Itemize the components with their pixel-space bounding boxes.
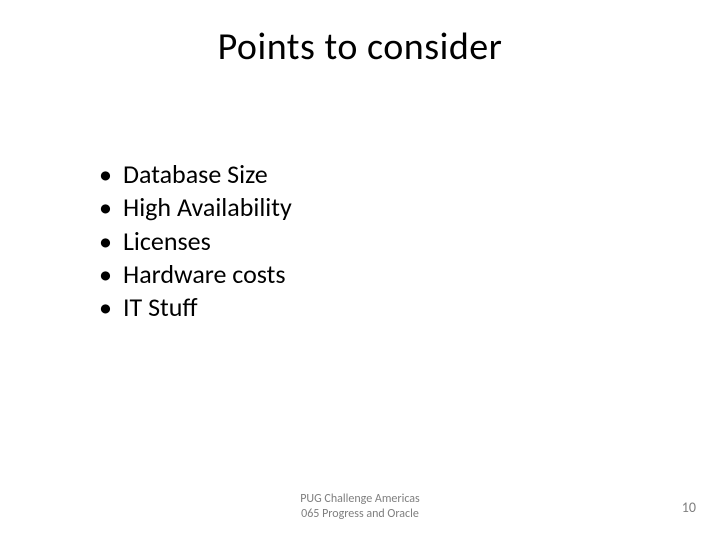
page-number: 10 — [682, 499, 696, 516]
list-item: Database Size — [95, 158, 292, 191]
footer-line-2: 065 Progress and Oracle — [0, 507, 720, 522]
bullet-list: Database Size High Availability Licenses… — [95, 158, 292, 324]
footer-text: PUG Challenge Americas 065 Progress and … — [0, 492, 720, 522]
list-item: Hardware costs — [95, 258, 292, 291]
footer-line-1: PUG Challenge Americas — [0, 492, 720, 507]
list-item: IT Stuff — [95, 291, 292, 324]
slide-title: Points to consider — [0, 24, 720, 70]
slide: Points to consider Database Size High Av… — [0, 0, 720, 540]
list-item: High Availability — [95, 191, 292, 224]
list-item: Licenses — [95, 225, 292, 258]
